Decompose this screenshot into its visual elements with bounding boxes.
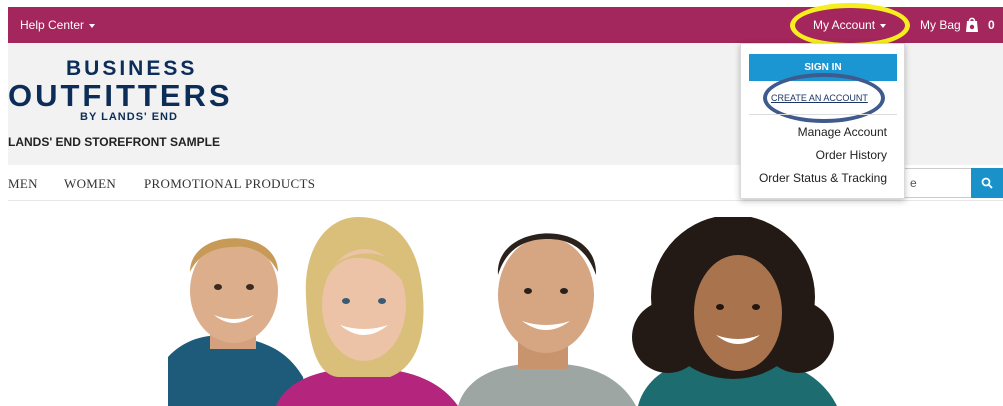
search-input[interactable]: e: [903, 168, 971, 198]
account-dropdown: SIGN IN CREATE AN ACCOUNT Manage Account…: [740, 43, 905, 199]
blue-highlight-circle: [763, 73, 885, 123]
logo-lands-end-text[interactable]: BY LANDS' END: [80, 111, 178, 123]
person-man-grey-shirt: [458, 233, 636, 406]
help-center-menu[interactable]: Help Center: [20, 18, 96, 32]
logo-outfitters-text[interactable]: OUTFITTERS: [8, 78, 233, 114]
hero-banner[interactable]: [168, 217, 837, 406]
store-name: LANDS' END STOREFRONT SAMPLE: [8, 135, 220, 149]
yellow-highlight-circle: [790, 3, 910, 48]
help-center-label: Help Center: [20, 18, 85, 32]
search-icon: [981, 177, 993, 189]
bag-count-badge: 0: [988, 18, 995, 32]
dropdown-divider: [749, 114, 897, 115]
order-status-tracking-link[interactable]: Order Status & Tracking: [759, 171, 887, 185]
person-man-blue-shirt: [168, 238, 308, 406]
person-woman-pink-shirt: [276, 217, 458, 406]
person-woman-teal-shirt: [632, 217, 837, 406]
hero-photo: [168, 217, 837, 406]
nav-item-promotional-products[interactable]: PROMOTIONAL PRODUCTS: [144, 176, 315, 192]
shopping-bag-icon[interactable]: [963, 15, 981, 33]
nav-item-men[interactable]: MEN: [8, 176, 38, 192]
chevron-down-icon: [89, 23, 96, 28]
nav-item-women[interactable]: WOMEN: [64, 176, 116, 192]
my-bag-link[interactable]: My Bag: [920, 18, 961, 32]
manage-account-link[interactable]: Manage Account: [798, 125, 887, 139]
search-input-value: e: [910, 176, 917, 190]
search-button[interactable]: [971, 168, 1003, 198]
order-history-link[interactable]: Order History: [816, 148, 887, 162]
